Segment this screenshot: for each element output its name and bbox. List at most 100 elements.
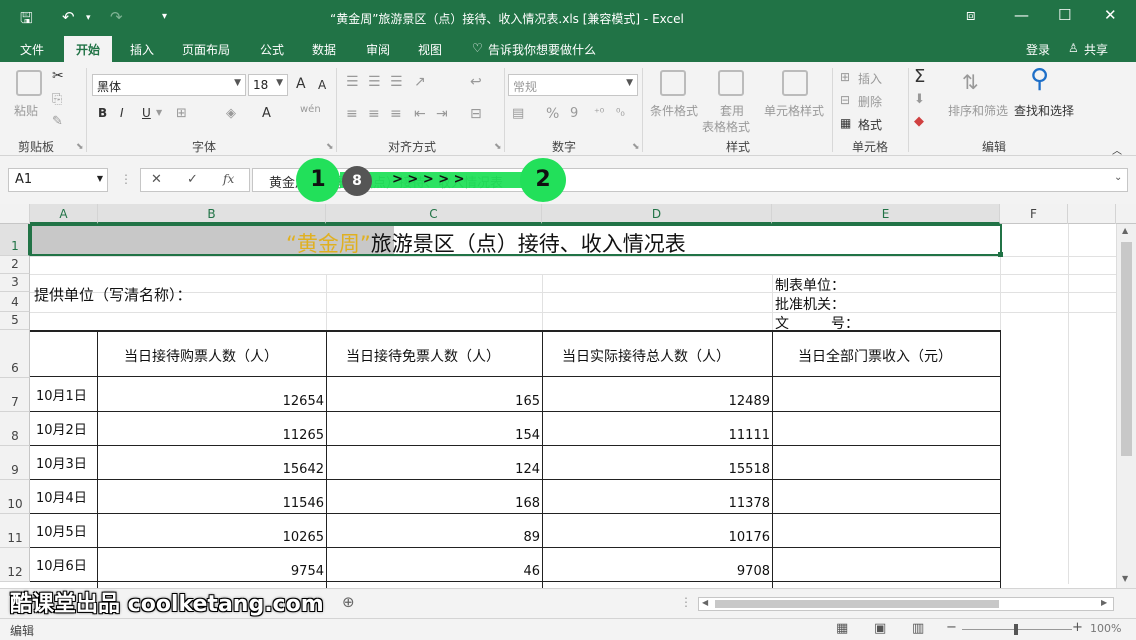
copy-icon[interactable]: ⎘	[52, 92, 62, 107]
conditional-format-icon[interactable]	[660, 70, 686, 96]
format-as-table-icon[interactable]	[718, 70, 744, 96]
ribbon-display-icon[interactable]: ⧈	[966, 6, 976, 24]
cell-total[interactable]: 11111	[544, 428, 770, 443]
row-header-10[interactable]: 10	[0, 480, 30, 514]
cell-date[interactable]: 10月3日	[36, 453, 87, 472]
align-middle-icon[interactable]: ☰	[368, 74, 381, 90]
column-header-a[interactable]: A	[30, 204, 98, 224]
minimize-icon[interactable]: —	[1014, 6, 1029, 24]
zoom-in-icon[interactable]: +	[1072, 620, 1083, 635]
tab-formulas[interactable]: 公式	[260, 41, 284, 58]
page-layout-view-icon[interactable]: ▣	[874, 621, 886, 636]
align-left-icon[interactable]: ≡	[346, 106, 358, 122]
column-header-c[interactable]: C	[326, 204, 542, 224]
cell-total[interactable]: 11378	[544, 496, 770, 511]
row-header-3[interactable]: 3	[0, 274, 30, 292]
increase-decimal-icon[interactable]: ⁺⁰	[594, 106, 604, 119]
font-color-button[interactable]: A	[262, 106, 271, 121]
border-icon[interactable]: ⊞	[176, 106, 187, 121]
share-button[interactable]: 共享	[1084, 41, 1108, 58]
row-header-6[interactable]: 6	[0, 330, 30, 378]
paste-button[interactable]: 粘贴	[14, 102, 38, 119]
row-header-4[interactable]: 4	[0, 292, 30, 312]
header-ticket-income[interactable]: 当日全部门票收入（元）	[798, 346, 952, 366]
align-top-icon[interactable]: ☰	[346, 74, 359, 90]
font-launcher-icon[interactable]: ⬊	[326, 142, 334, 152]
autosum-button[interactable]: Σ	[914, 66, 925, 87]
format-cells-button[interactable]: 格式	[858, 116, 882, 133]
select-all-corner[interactable]	[0, 204, 30, 224]
align-right-icon[interactable]: ≡	[390, 106, 402, 122]
cell-total[interactable]: 15518	[544, 462, 770, 477]
row-header-12[interactable]: 12	[0, 548, 30, 582]
merge-center-icon[interactable]: ⊟	[470, 106, 482, 122]
column-header-d[interactable]: D	[542, 204, 772, 224]
approver-label[interactable]: 批准机关：	[775, 294, 845, 314]
clipboard-launcher-icon[interactable]: ⬊	[76, 142, 84, 152]
cell-free[interactable]: 46	[328, 564, 540, 579]
cell-date[interactable]: 10月4日	[36, 487, 87, 506]
header-free-visitors[interactable]: 当日接待免票人数（人）	[346, 346, 500, 366]
underline-button[interactable]: U	[142, 106, 151, 120]
provider-label[interactable]: 提供单位（写清名称）：	[34, 284, 192, 305]
percent-button[interactable]: %	[546, 106, 559, 122]
tab-page-layout[interactable]: 页面布局	[182, 41, 230, 58]
undo-dropdown-icon[interactable]: ▾	[86, 13, 91, 23]
cell-free[interactable]: 168	[328, 496, 540, 511]
scroll-left-icon[interactable]: ◀	[702, 598, 708, 607]
cell-styles-button[interactable]: 单元格样式	[764, 102, 824, 119]
cell-paid[interactable]: 12654	[100, 394, 324, 409]
header-paid-visitors[interactable]: 当日接待购票人数（人）	[124, 346, 278, 366]
header-total-visitors[interactable]: 当日实际接待总人数（人）	[562, 346, 730, 366]
grow-font-button[interactable]: A	[296, 76, 306, 92]
tab-review[interactable]: 审阅	[366, 41, 390, 58]
cell-total[interactable]: 10176	[544, 530, 770, 545]
number-format-select[interactable]: 常规 ▼	[508, 74, 638, 96]
phonetic-button[interactable]: wén	[300, 104, 321, 115]
customize-toolbar-icon[interactable]: ▾	[162, 11, 167, 22]
font-size-select[interactable]: 18 ▼	[248, 74, 288, 96]
tab-data[interactable]: 数据	[312, 41, 336, 58]
cell-paid[interactable]: 11546	[100, 496, 324, 511]
shrink-font-button[interactable]: A	[318, 78, 326, 92]
add-sheet-icon[interactable]: ⊕	[342, 593, 355, 611]
worksheet-grid[interactable]: A B C D E F 1 2 3 4 5 6 7 8 9 10 11 12 “…	[0, 204, 1136, 588]
cell-date[interactable]: 10月1日	[36, 385, 87, 404]
accounting-format-icon[interactable]: ▤	[512, 106, 524, 121]
tab-file[interactable]: 文件	[20, 41, 44, 58]
find-select-button[interactable]: 查找和选择	[1014, 102, 1074, 119]
column-header-b[interactable]: B	[98, 204, 326, 224]
insert-cells-button[interactable]: 插入	[858, 70, 882, 87]
indent-decrease-icon[interactable]: ⇤	[414, 106, 426, 122]
column-header-f[interactable]: F	[1000, 204, 1068, 224]
scroll-right-icon[interactable]: ▶	[1101, 598, 1107, 607]
row-header-8[interactable]: 8	[0, 412, 30, 446]
tell-me-search[interactable]: 告诉我你想要做什么	[488, 41, 596, 58]
cancel-button[interactable]: ✕	[151, 172, 162, 187]
orientation-icon[interactable]: ↗	[414, 74, 426, 90]
cell-total[interactable]: 9708	[544, 564, 770, 579]
page-break-view-icon[interactable]: ▥	[912, 621, 924, 636]
tab-view[interactable]: 视图	[418, 41, 442, 58]
cell-free[interactable]: 154	[328, 428, 540, 443]
horizontal-scrollbar[interactable]: ◀ ▶	[698, 597, 1114, 611]
cell-free[interactable]: 165	[328, 394, 540, 409]
scroll-up-icon[interactable]: ▲	[1122, 226, 1128, 235]
wrap-text-icon[interactable]: ↩	[470, 74, 482, 90]
zoom-out-icon[interactable]: −	[946, 620, 957, 635]
conditional-format-button[interactable]: 条件格式	[650, 102, 698, 119]
cell-paid[interactable]: 15642	[100, 462, 324, 477]
cell-paid[interactable]: 11265	[100, 428, 324, 443]
expand-formula-icon[interactable]: ⌄	[1114, 172, 1122, 183]
decrease-decimal-icon[interactable]: ⁰₀	[616, 106, 625, 119]
delete-cells-button[interactable]: 删除	[858, 93, 882, 110]
number-launcher-icon[interactable]: ⬊	[632, 142, 640, 152]
cell-free[interactable]: 124	[328, 462, 540, 477]
sheet-title[interactable]: “黄金周”旅游景区（点）接待、收入情况表	[286, 228, 686, 258]
cell-paid[interactable]: 10265	[100, 530, 324, 545]
indent-increase-icon[interactable]: ⇥	[436, 106, 448, 122]
scroll-thumb[interactable]	[1121, 242, 1132, 456]
zoom-slider-thumb[interactable]	[1014, 624, 1018, 635]
align-bottom-icon[interactable]: ☰	[390, 74, 403, 90]
redo-icon[interactable]: ↷	[110, 8, 123, 26]
